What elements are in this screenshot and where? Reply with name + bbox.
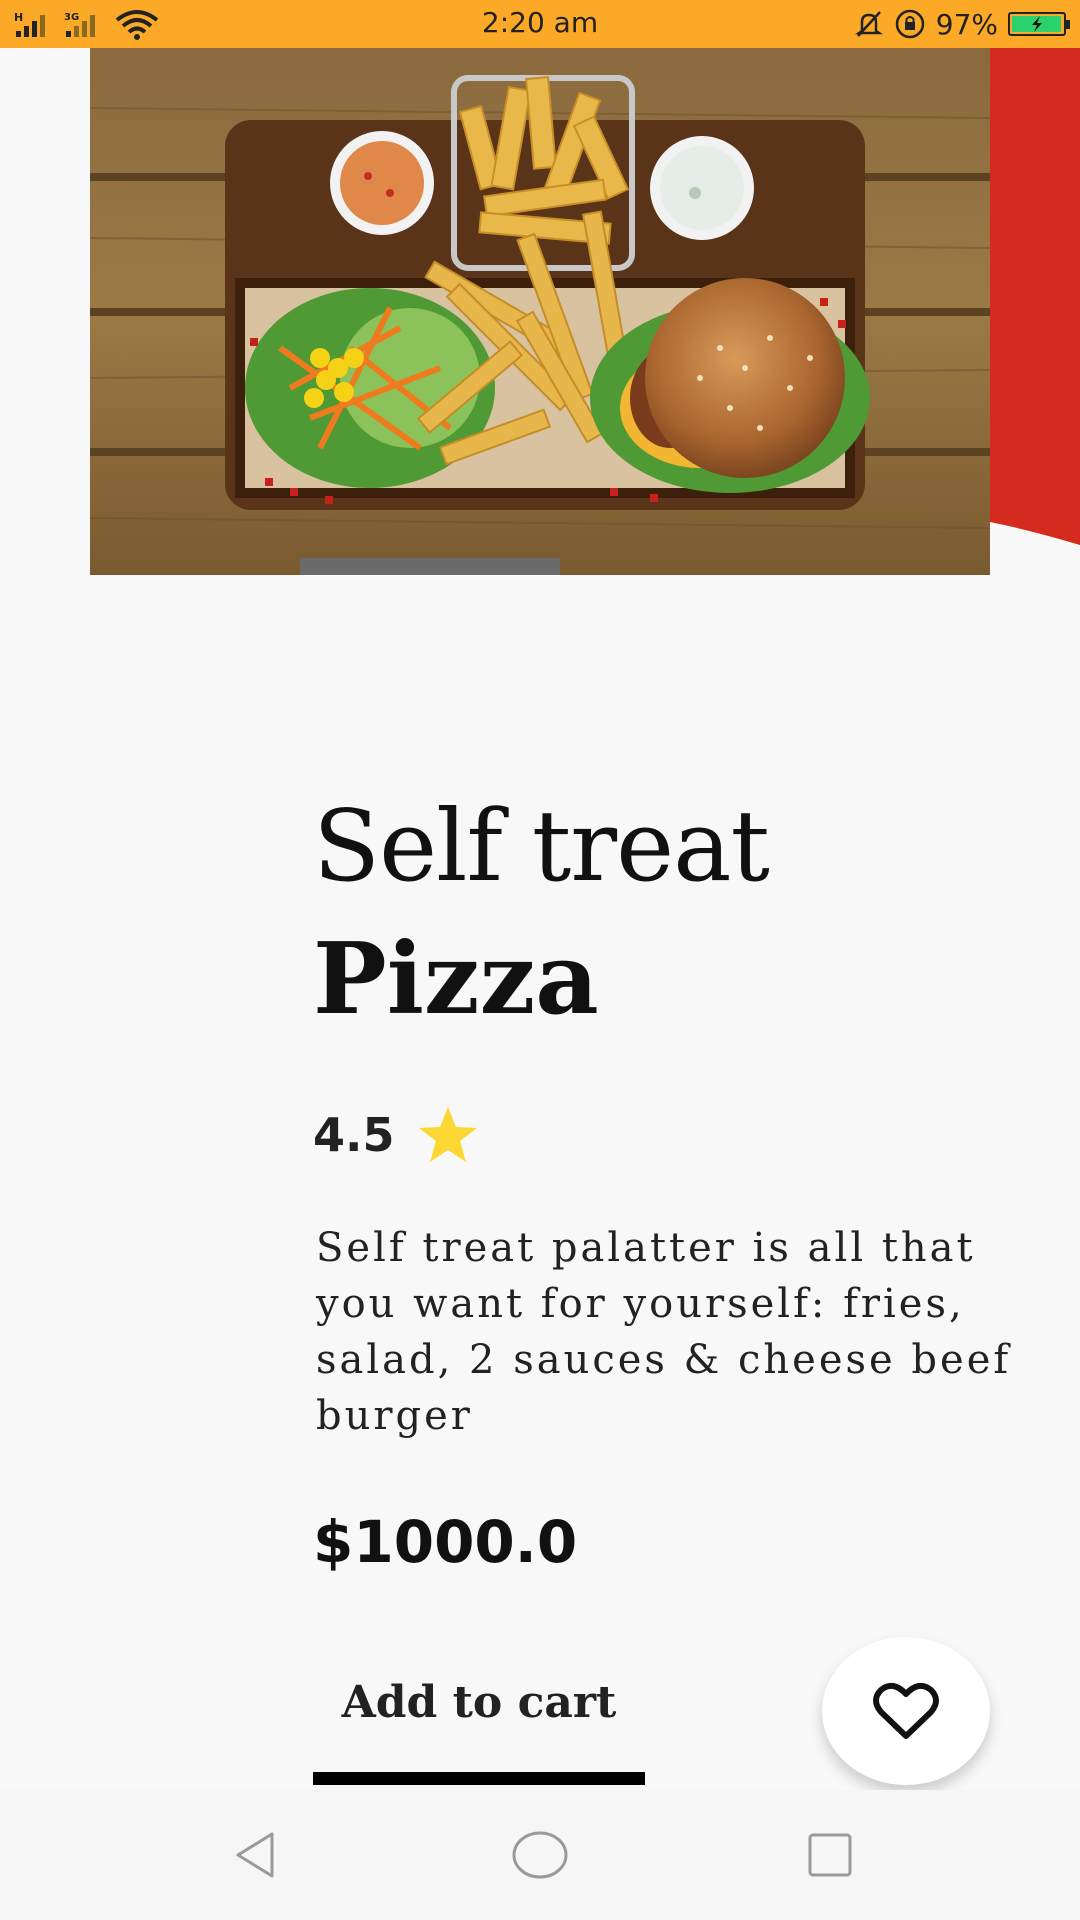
add-to-cart-button[interactable]: Add to cart (313, 1665, 645, 1785)
rating: 4.5 (313, 1105, 479, 1165)
hero-food-image (90, 48, 990, 575)
charging-bolt-icon (1032, 16, 1042, 32)
add-to-cart-label: Add to cart (341, 1677, 617, 1728)
status-right: 97% (854, 7, 1070, 41)
battery-percentage: 97% (935, 7, 998, 41)
nav-home-button[interactable] (500, 1820, 580, 1890)
rating-value: 4.5 (313, 1108, 395, 1162)
favorite-button[interactable] (822, 1637, 990, 1785)
status-bar: H 3G 2:20 am 97% (0, 0, 1080, 48)
product-title-light: Self treat (313, 790, 770, 904)
mute-bell-icon (854, 11, 883, 37)
heart-outline-icon (873, 1682, 939, 1739)
home-icon (512, 1831, 568, 1879)
battery-charging-icon (1008, 12, 1070, 36)
recents-icon (808, 1833, 852, 1877)
nav-back-button[interactable] (215, 1820, 295, 1890)
product-description: Self treat palatter is all that you want… (316, 1225, 1012, 1439)
rotation-lock-icon (895, 9, 925, 39)
star-icon (418, 1107, 477, 1162)
product-price: $1000.0 (313, 1508, 578, 1576)
nav-recents-button[interactable] (790, 1820, 870, 1890)
product-title-bold: Pizza (313, 922, 599, 1037)
add-to-cart-underline (313, 1772, 645, 1785)
system-nav-bar (0, 1790, 1080, 1920)
back-icon (236, 1832, 274, 1878)
